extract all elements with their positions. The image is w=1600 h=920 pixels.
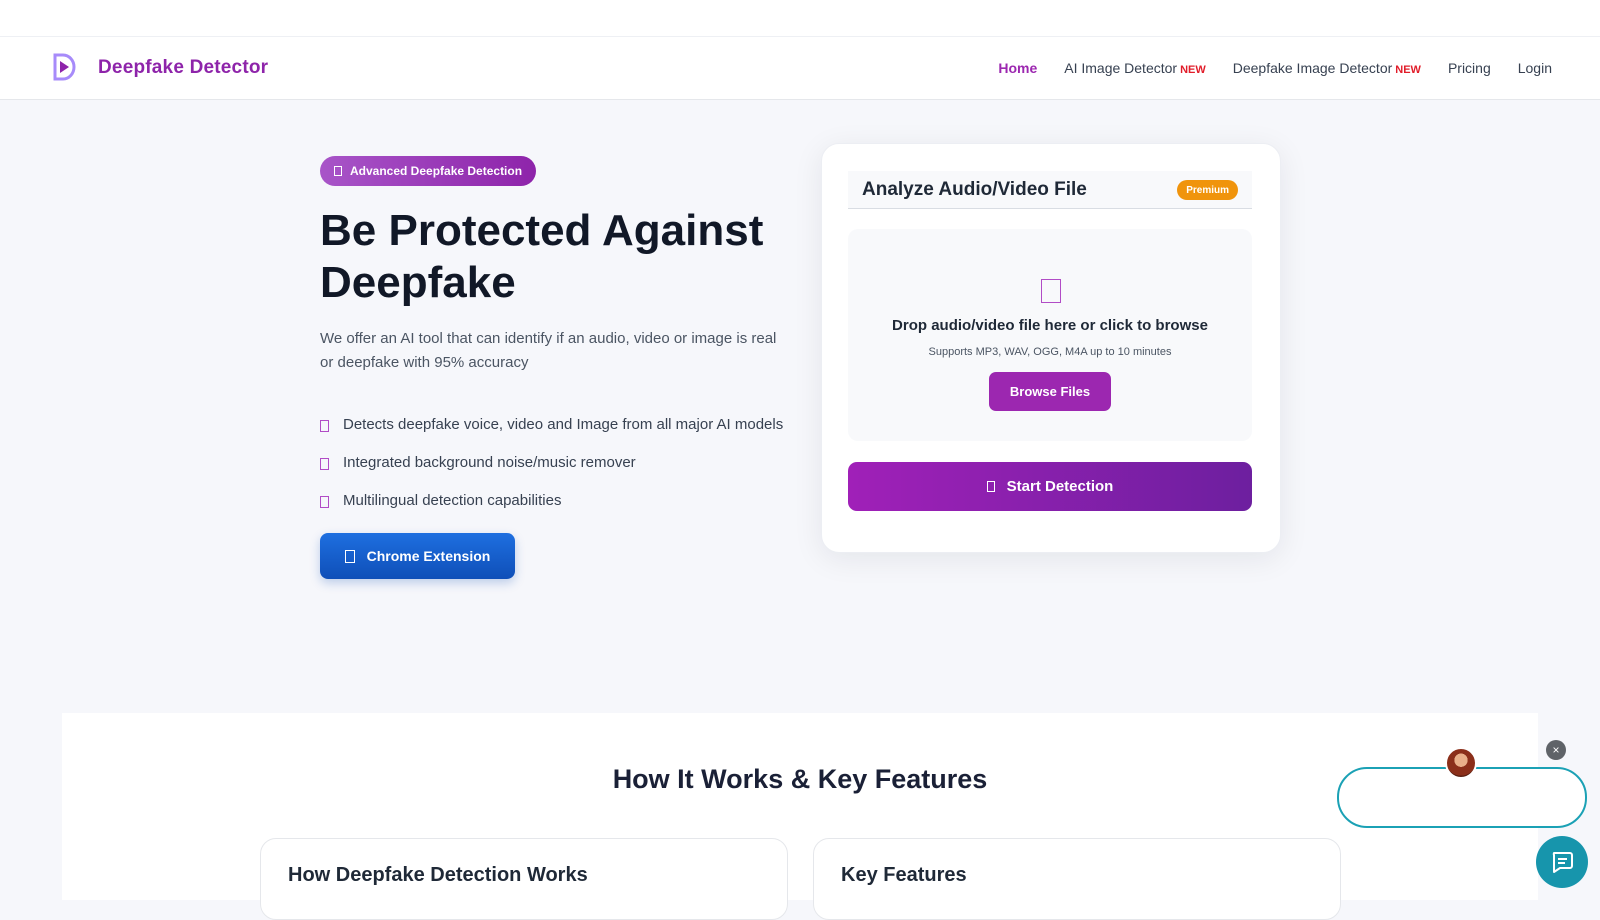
drop-zone-subtitle: Supports MP3, WAV, OGG, M4A up to 10 min… [928,346,1172,358]
feature-text: Integrated background noise/music remove… [343,453,636,471]
key-features-card: Key Features [813,838,1341,920]
main-nav: Home AI Image Detector NEW Deepfake Image… [998,60,1552,76]
navbar: Deepfake Detector Home AI Image Detector… [0,37,1600,100]
nav-ai-image-detector-label: AI Image Detector [1064,60,1178,76]
nav-home[interactable]: Home [998,60,1037,76]
hero-title: Be Protected Against Deepfake [320,206,764,307]
nav-login-label: Login [1517,60,1552,76]
feature-list: Detects deepfake voice, video and Image … [320,405,783,519]
advanced-detection-label: Advanced Deepfake Detection [350,164,523,178]
shield-icon [334,166,342,176]
chat-launcher-button[interactable] [1536,836,1588,888]
chrome-extension-label: Chrome Extension [366,548,491,564]
premium-badge: Premium [1177,180,1238,200]
how-it-works-section: How It Works & Key Features How Deepfake… [62,713,1538,920]
upload-icon [1041,279,1061,303]
start-detection-button[interactable]: Start Detection [848,462,1252,511]
nav-pricing-label: Pricing [1447,60,1491,76]
nav-login[interactable]: Login [1518,60,1552,76]
support-avatar [1445,747,1477,779]
section-title: How It Works & Key Features [612,764,988,794]
nav-deepfake-image-detector-label: Deepfake Image Detector [1232,60,1393,76]
feature-item: Multilingual detection capabilities [320,481,783,519]
analyze-card-title: Analyze Audio/Video File [862,179,1087,200]
how-detection-works-card: How Deepfake Detection Works [260,838,788,920]
close-icon[interactable]: × [1546,740,1566,760]
nav-home-label: Home [998,60,1038,76]
advanced-detection-badge: Advanced Deepfake Detection [320,156,537,186]
logo-icon[interactable] [52,53,76,81]
feature-text: Detects deepfake voice, video and Image … [343,415,784,433]
start-detection-label: Start Detection [1006,478,1114,495]
analyze-card: Analyze Audio/Video File Premium Drop au… [821,143,1281,553]
feature-text: Multilingual detection capabilities [343,491,562,509]
nav-pricing[interactable]: Pricing [1448,60,1491,76]
file-drop-zone[interactable]: Drop audio/video file here or click to b… [848,229,1252,441]
browse-files-button[interactable]: Browse Files [989,372,1111,411]
search-icon [986,481,995,492]
card-heading: Key Features [841,864,967,886]
chat-icon [1552,852,1573,873]
nav-deepfake-image-detector[interactable]: Deepfake Image Detector NEW [1233,60,1421,76]
hero-lead: We offer an AI tool that can identify if… [320,330,777,371]
new-badge: NEW [1395,64,1421,76]
chrome-extension-button[interactable]: Chrome Extension [320,533,515,579]
chrome-icon [344,549,355,563]
nav-ai-image-detector[interactable]: AI Image Detector NEW [1064,60,1206,76]
card-heading: How Deepfake Detection Works [288,864,588,886]
check-icon [320,458,329,470]
check-icon [320,420,329,432]
brand-name[interactable]: Deepfake Detector [98,57,268,79]
new-badge: NEW [1180,64,1206,76]
analyze-card-header: Analyze Audio/Video File Premium [848,171,1252,209]
top-strip [0,0,1600,37]
drop-zone-title: Drop audio/video file here or click to b… [892,317,1208,334]
feature-item: Integrated background noise/music remove… [320,443,783,481]
feature-item: Detects deepfake voice, video and Image … [320,405,783,443]
check-icon [320,496,329,508]
